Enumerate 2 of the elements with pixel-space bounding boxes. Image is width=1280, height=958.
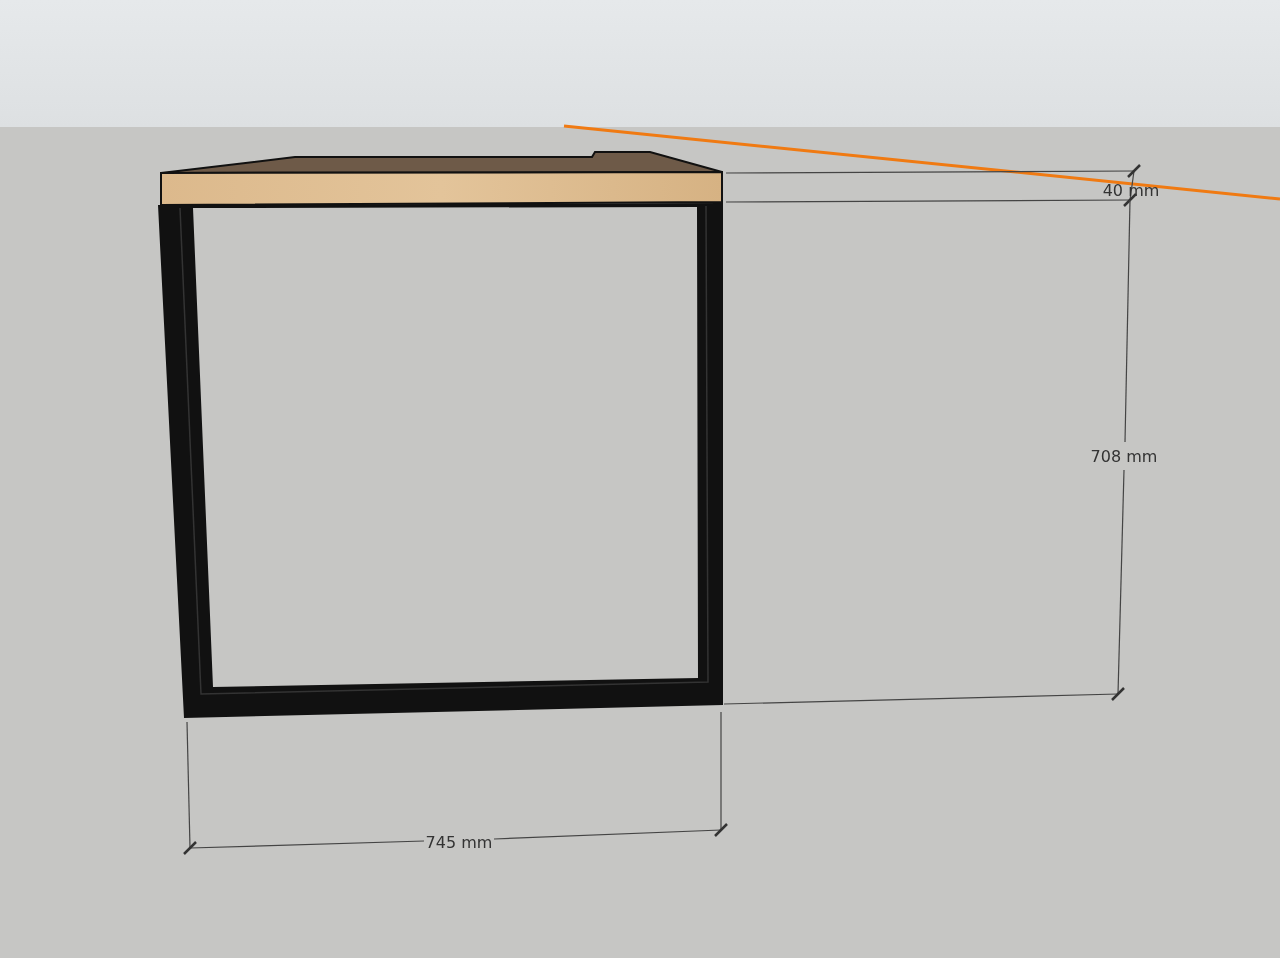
dimension-label: 708 mm [1090,447,1158,466]
dimension-label: 745 mm [425,833,493,852]
